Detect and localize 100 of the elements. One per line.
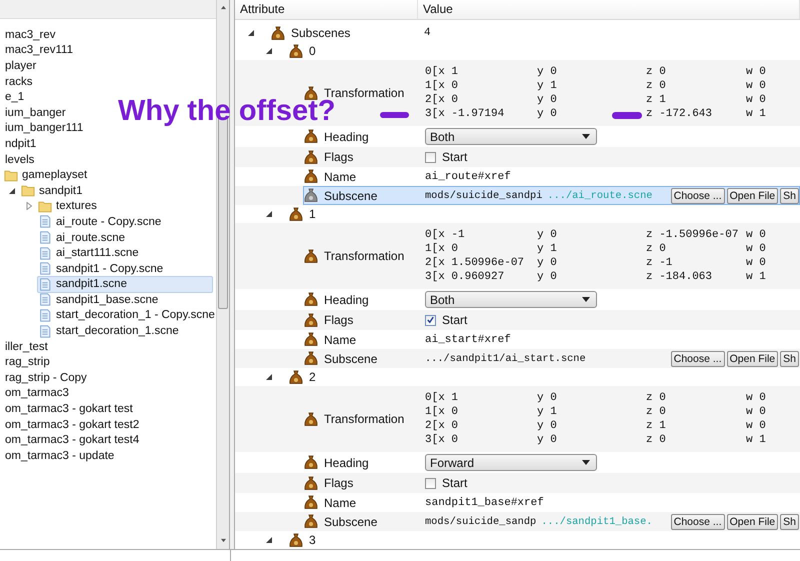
selected-row-highlight[interactable]: Subscene mods/suicide_sandpi .../ai_route.scne Choose ... Open File Sh [303, 186, 800, 205]
tree-item[interactable]: ai_route - Copy.scne [37, 213, 162, 230]
tree-item[interactable]: mac3_rev111 [0, 42, 74, 59]
tree-item[interactable]: ai_start111.scne [37, 244, 140, 262]
expand-arrow-icon[interactable] [25, 202, 33, 210]
caret-icon [582, 134, 590, 139]
tree-item[interactable]: racks [0, 73, 34, 90]
checkbox[interactable] [425, 314, 436, 326]
file-button[interactable]: Sh [780, 350, 799, 366]
matrix-value: 3[x 0 [425, 434, 458, 446]
file-button[interactable]: Open File [726, 514, 778, 530]
matrix-value: y 0 [537, 229, 557, 241]
file-path: mods/suicide_sandpi [425, 190, 542, 202]
start-checkbox[interactable]: Start [425, 476, 468, 490]
file-path: .../sandpit1/ai_start.scne [425, 352, 586, 364]
tree-item[interactable]: ai_route.scne [37, 229, 126, 246]
collapse-arrow-icon[interactable] [265, 373, 273, 381]
tree-item[interactable]: rag_strip - Copy [0, 369, 88, 386]
tree-item[interactable]: om_tarmac3 - gokart test4 [0, 432, 140, 449]
matrix-value: w 1 [746, 271, 766, 283]
matrix-value: y 1 [537, 80, 557, 92]
tree-item[interactable]: om_tarmac3 [0, 384, 70, 402]
subscene-index: 1 [309, 207, 316, 221]
scroll-up-icon[interactable] [220, 5, 227, 10]
matrix-value: z 0 [646, 392, 666, 404]
collapse-arrow-icon[interactable] [265, 536, 273, 544]
attribute-label: Heading [324, 456, 369, 470]
folder-icon [21, 184, 35, 198]
tree-item[interactable]: sandpit1 - Copy.scne [37, 260, 164, 278]
tree-item[interactable]: levels [0, 151, 36, 168]
matrix-value: y 0 [537, 94, 557, 106]
matrix-value: 2[x 1.50996e-07 [425, 257, 524, 269]
folder-icon [38, 200, 52, 213]
heading-dropdown[interactable]: Forward [425, 454, 597, 471]
attribute-label: Subscene [324, 188, 378, 202]
file-button[interactable]: Open File [726, 188, 778, 204]
collapse-arrow-icon[interactable] [265, 47, 273, 55]
attribute-label: Flags [324, 150, 354, 164]
scribble-mark [380, 112, 409, 118]
matrix-value: z 1 [646, 420, 666, 432]
attribute-label: Flags [324, 476, 354, 490]
tree-item[interactable]: start_decoration_1 - Copy.scne [37, 306, 216, 324]
scroll-down-icon[interactable] [220, 538, 227, 543]
collapse-arrow-icon[interactable] [265, 210, 273, 218]
tree-item[interactable]: sandpit1.scne [37, 276, 214, 293]
subscene-index: 2 [309, 370, 316, 384]
bag-icon [289, 206, 303, 222]
tree-item[interactable]: ium_banger111 [0, 120, 84, 137]
tree-item[interactable]: om_tarmac3 - update [0, 447, 116, 464]
document-icon [38, 278, 52, 291]
bag-icon [289, 532, 303, 548]
column-header[interactable]: Value [418, 0, 800, 19]
file-button[interactable]: Sh [780, 514, 799, 530]
tree-item[interactable]: sandpit1 [20, 182, 84, 200]
attribute-label: Subscene [324, 352, 378, 366]
document-icon [38, 293, 52, 306]
caret-icon [582, 297, 590, 302]
matrix-value: w 0 [746, 392, 766, 404]
matrix-value: z 0 [646, 243, 666, 255]
file-button[interactable]: Choose ... [670, 188, 725, 204]
file-button[interactable]: Open File [726, 350, 778, 366]
document-icon [38, 308, 52, 322]
file-button[interactable]: Choose ... [670, 350, 725, 366]
tree-item[interactable]: ium_banger [0, 104, 67, 122]
tree-item[interactable]: ndpit1 [0, 135, 38, 152]
name-value: ai_route#xref [425, 170, 511, 182]
checkbox[interactable] [425, 152, 436, 162]
tree-item[interactable]: sandpit1_base.scne [37, 291, 160, 308]
collapse-arrow-icon[interactable] [247, 29, 255, 37]
matrix-value: w 0 [746, 80, 766, 92]
start-checkbox[interactable]: Start [425, 150, 468, 164]
column-header[interactable]: Attribute [235, 0, 418, 19]
bag-icon [289, 370, 303, 384]
tree-item[interactable]: om_tarmac3 - gokart test [0, 400, 134, 418]
name-value: ai_start#xref [425, 334, 511, 346]
document-icon [38, 246, 52, 260]
tree-item[interactable]: mac3_rev [0, 26, 56, 44]
file-button[interactable]: Choose ... [670, 514, 725, 530]
tree-item[interactable]: iller_test [0, 338, 49, 356]
start-checkbox[interactable]: Start [425, 313, 468, 327]
matrix-value: 1[x 0 [425, 406, 458, 418]
tree-item[interactable]: e_1 [0, 88, 26, 106]
collapse-arrow-icon[interactable] [8, 186, 16, 195]
tree-item[interactable]: om_tarmac3 - gokart test2 [0, 416, 140, 434]
tree-item[interactable]: player [0, 57, 38, 74]
matrix-value: z 0 [646, 80, 666, 92]
heading-dropdown[interactable]: Both [425, 291, 597, 308]
tree-item[interactable]: rag_strip [0, 354, 51, 371]
matrix-value: y 0 [537, 434, 557, 446]
annotation-text: Why the offset? [118, 99, 336, 124]
name-value: sandpit1_base#xref [425, 496, 544, 508]
attribute-label: Heading [324, 130, 369, 144]
matrix-value: 0[x 1 [425, 66, 458, 78]
file-button[interactable]: Sh [780, 188, 799, 204]
tree-item[interactable]: textures [37, 198, 98, 215]
tree-item[interactable]: start_decoration_1.scne [37, 322, 180, 340]
heading-dropdown[interactable]: Both [425, 128, 597, 145]
checkbox[interactable] [425, 478, 436, 488]
tree-item[interactable]: gameplayset [3, 166, 88, 184]
subscene-index: 3 [309, 533, 316, 547]
